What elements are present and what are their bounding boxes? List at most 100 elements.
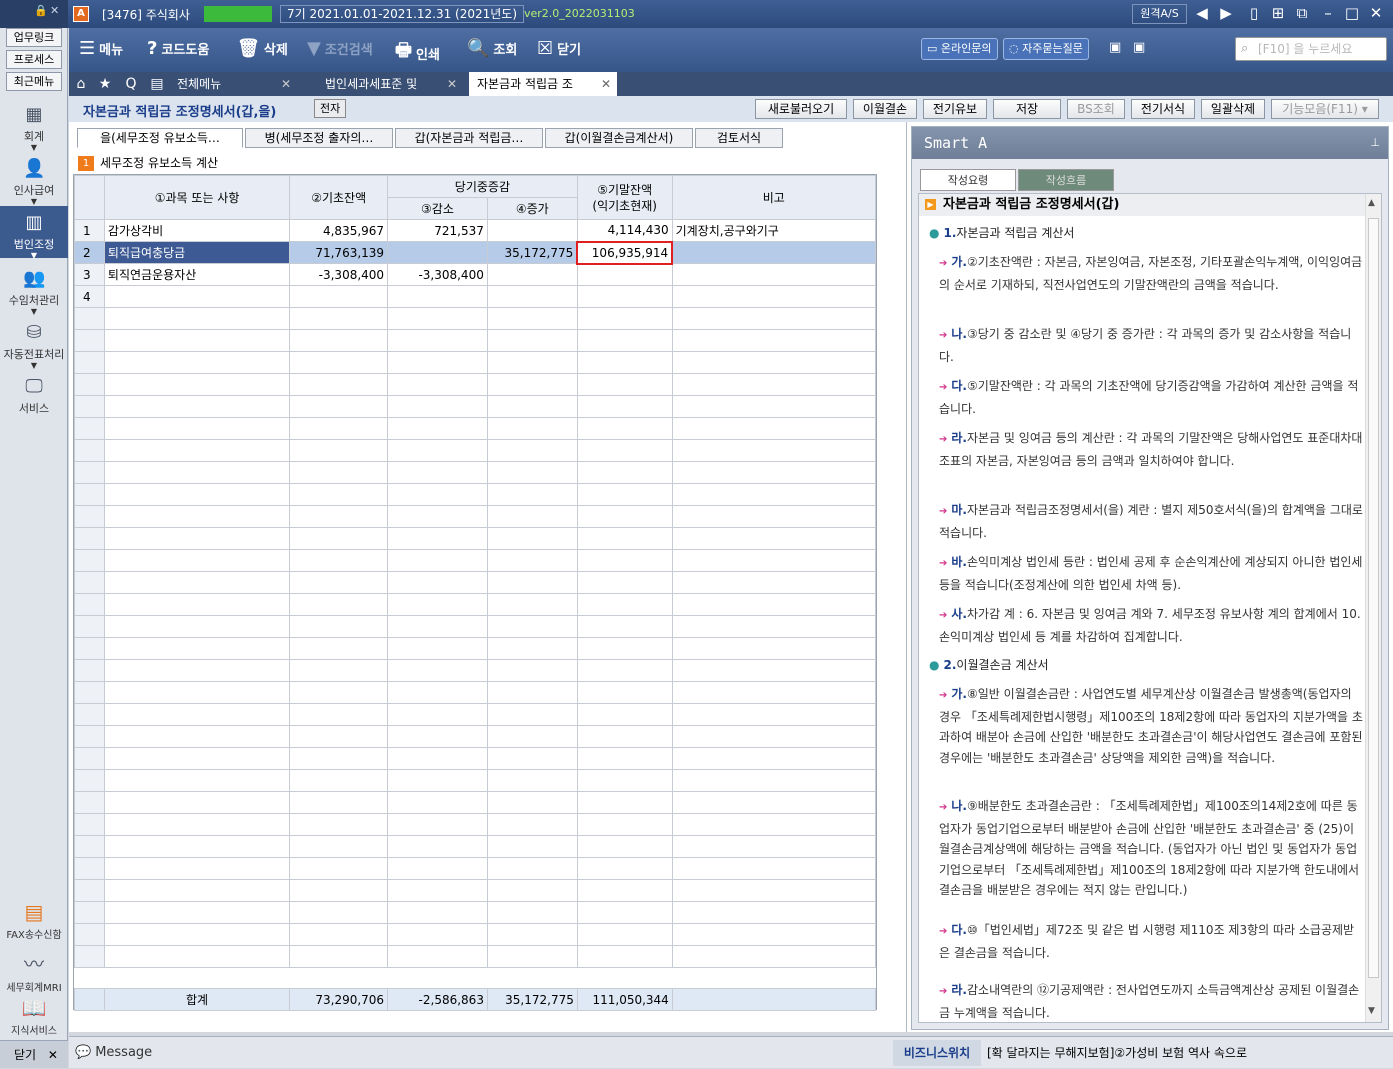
- table-row-empty[interactable]: [74, 483, 877, 506]
- table-row-selected[interactable]: 2 퇴직급여충당금 71,763,139 35,172,775 106,935,…: [74, 240, 877, 265]
- empty-cell[interactable]: [576, 791, 673, 814]
- empty-cell[interactable]: [289, 351, 389, 374]
- nav-item-auto-voucher[interactable]: ⛁ 자동전표처리 ▼: [0, 316, 68, 370]
- empty-cell[interactable]: [486, 351, 578, 374]
- opening-cell[interactable]: 4,835,967: [289, 219, 389, 242]
- maximize-icon[interactable]: □: [1342, 3, 1362, 23]
- empty-cell[interactable]: [103, 747, 291, 770]
- empty-cell[interactable]: [486, 725, 578, 748]
- empty-cell[interactable]: [103, 505, 291, 528]
- empty-cell[interactable]: [486, 703, 578, 726]
- lock-icon[interactable]: 🔒: [34, 4, 48, 17]
- nav-tax-mri[interactable]: 〰 세무회계MRI: [0, 948, 68, 994]
- empty-cell[interactable]: [103, 329, 291, 352]
- empty-cell[interactable]: [671, 637, 877, 660]
- empty-cell[interactable]: [387, 439, 488, 462]
- tab-writing-flow[interactable]: 작성흐름: [1018, 169, 1114, 191]
- empty-cell[interactable]: [103, 549, 291, 572]
- empty-cell[interactable]: [387, 373, 488, 396]
- table-row-empty[interactable]: [74, 439, 877, 462]
- scroll-up-icon[interactable]: ▲: [1368, 198, 1375, 208]
- window-switch-icon[interactable]: ⧉: [1292, 3, 1312, 23]
- empty-cell[interactable]: [576, 725, 673, 748]
- minimize-icon[interactable]: –: [1318, 3, 1338, 23]
- empty-cell[interactable]: [387, 417, 488, 440]
- nav-item-client-management[interactable]: 👥 수임처관리 ▼: [0, 262, 68, 316]
- closing-cell[interactable]: 4,114,430: [576, 219, 673, 242]
- nav-knowledge-service[interactable]: 📖 지식서비스: [0, 996, 68, 1037]
- online-inquiry-button[interactable]: ▭ 온라인문의: [921, 38, 998, 60]
- table-row-empty[interactable]: [74, 703, 877, 726]
- empty-cell[interactable]: [103, 571, 291, 594]
- empty-cell[interactable]: [486, 901, 578, 924]
- empty-cell[interactable]: [576, 549, 673, 572]
- faq-button[interactable]: ◌ 자주묻는질문: [1003, 38, 1089, 60]
- empty-cell[interactable]: [486, 571, 578, 594]
- empty-cell[interactable]: [486, 527, 578, 550]
- nav-work-link-button[interactable]: 업무링크: [6, 28, 62, 47]
- empty-cell[interactable]: [576, 769, 673, 792]
- empty-cell[interactable]: [486, 835, 578, 858]
- empty-cell[interactable]: [486, 329, 578, 352]
- empty-cell[interactable]: [103, 945, 291, 968]
- empty-cell[interactable]: [576, 901, 673, 924]
- table-row-empty[interactable]: [74, 681, 877, 704]
- empty-cell[interactable]: [576, 835, 673, 858]
- empty-cell[interactable]: [289, 461, 389, 484]
- empty-cell[interactable]: [486, 593, 578, 616]
- decrease-cell[interactable]: 721,537: [387, 219, 488, 242]
- empty-cell[interactable]: [289, 747, 389, 770]
- empty-cell[interactable]: [576, 483, 673, 506]
- empty-cell[interactable]: [671, 395, 877, 418]
- subtab-gap-capital[interactable]: 갑(자본금과 적립금…: [395, 128, 543, 148]
- empty-cell[interactable]: [387, 681, 488, 704]
- table-row-empty[interactable]: [74, 417, 877, 440]
- empty-cell[interactable]: [576, 461, 673, 484]
- empty-cell[interactable]: [671, 417, 877, 440]
- empty-cell[interactable]: [289, 395, 389, 418]
- opening-cell[interactable]: -3,308,400: [289, 263, 389, 286]
- empty-cell[interactable]: [671, 879, 877, 902]
- scroll-thumb[interactable]: [1368, 218, 1379, 978]
- empty-cell[interactable]: [103, 637, 291, 660]
- prior-form-button[interactable]: 전기서식: [1131, 99, 1195, 119]
- table-row-empty[interactable]: [74, 747, 877, 770]
- empty-cell[interactable]: [671, 615, 877, 638]
- empty-cell[interactable]: [387, 307, 488, 330]
- table-row-empty[interactable]: [74, 769, 877, 792]
- empty-cell[interactable]: [387, 527, 488, 550]
- empty-cell[interactable]: [576, 615, 673, 638]
- table-row-empty[interactable]: [74, 813, 877, 836]
- empty-cell[interactable]: [671, 593, 877, 616]
- empty-cell[interactable]: [289, 593, 389, 616]
- delete-button[interactable]: 🗑 삭제: [237, 38, 288, 59]
- empty-cell[interactable]: [576, 527, 673, 550]
- empty-cell[interactable]: [103, 351, 291, 374]
- empty-cell[interactable]: [103, 901, 291, 924]
- table-row-empty[interactable]: [74, 901, 877, 924]
- empty-cell[interactable]: [387, 461, 488, 484]
- empty-cell[interactable]: [103, 527, 291, 550]
- reload-button[interactable]: 새로불러오기: [755, 99, 847, 119]
- table-row-empty[interactable]: [74, 549, 877, 572]
- nav-close-button[interactable]: 닫기 ✕: [0, 1040, 68, 1068]
- bulk-delete-button[interactable]: 일괄삭제: [1201, 99, 1265, 119]
- decrease-cell[interactable]: [387, 241, 488, 264]
- remark-cell[interactable]: [671, 263, 877, 286]
- empty-cell[interactable]: [289, 945, 389, 968]
- increase-cell[interactable]: [486, 219, 578, 242]
- empty-cell[interactable]: [289, 857, 389, 880]
- empty-cell[interactable]: [671, 571, 877, 594]
- empty-cell[interactable]: [289, 571, 389, 594]
- empty-cell[interactable]: [486, 769, 578, 792]
- increase-cell[interactable]: [486, 285, 578, 308]
- tab-writing-guide[interactable]: 작성요령: [920, 169, 1016, 191]
- empty-cell[interactable]: [671, 681, 877, 704]
- empty-cell[interactable]: [103, 659, 291, 682]
- empty-cell[interactable]: [671, 769, 877, 792]
- table-row-empty[interactable]: [74, 857, 877, 880]
- empty-cell[interactable]: [576, 923, 673, 946]
- empty-cell[interactable]: [671, 923, 877, 946]
- empty-cell[interactable]: [289, 769, 389, 792]
- empty-cell[interactable]: [289, 703, 389, 726]
